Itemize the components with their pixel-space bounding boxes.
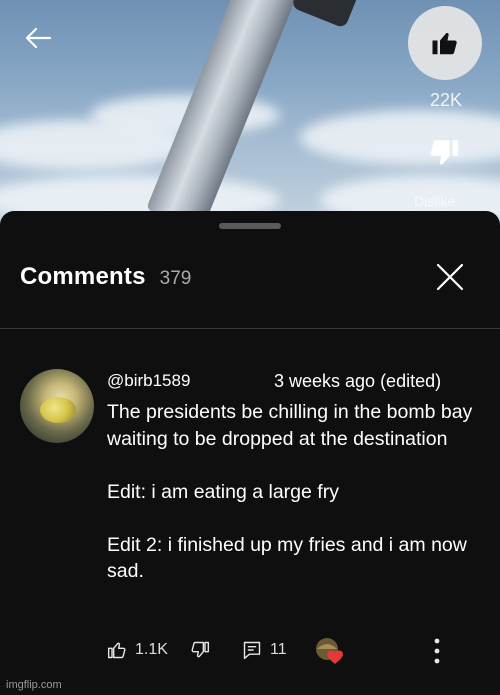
comment-timestamp: 3 weeks ago (edited) bbox=[274, 371, 442, 391]
comment-actions: 1.1K 11 bbox=[107, 631, 457, 671]
watermark: imgflip.com bbox=[6, 679, 62, 691]
comment-like-count: 1.1K bbox=[135, 641, 168, 658]
comment-like-button[interactable]: 1.1K bbox=[107, 640, 168, 660]
comments-title: Comments bbox=[20, 263, 146, 290]
dislike-label: Dislike bbox=[414, 193, 456, 209]
comment-dislike-button[interactable] bbox=[190, 640, 210, 660]
thumbs-down-filled-icon[interactable] bbox=[427, 136, 461, 170]
creator-heart-icon[interactable] bbox=[312, 635, 346, 669]
comments-count: 379 bbox=[159, 268, 192, 289]
comment-reply-button[interactable]: 11 bbox=[242, 640, 287, 660]
close-icon[interactable] bbox=[432, 259, 468, 295]
thumbs-up-outline-icon bbox=[107, 642, 126, 659]
thumbs-up-filled-icon bbox=[432, 33, 457, 55]
comment-line: The presidents be chilling in the bomb b… bbox=[107, 401, 473, 450]
divider bbox=[0, 328, 500, 329]
comments-header: Comments 379 bbox=[20, 263, 191, 291]
video-like-count: 22K bbox=[429, 90, 463, 110]
avatar[interactable] bbox=[20, 369, 94, 443]
more-vertical-icon[interactable] bbox=[433, 638, 441, 664]
comment-body: The presidents be chilling in the bomb b… bbox=[107, 399, 487, 585]
drag-handle[interactable] bbox=[219, 223, 281, 229]
reply-icon bbox=[243, 641, 261, 660]
video-like-button[interactable] bbox=[408, 6, 482, 80]
video-background: 22K Dislike bbox=[0, 0, 500, 240]
comment-line: Edit 2: i finished up my fries and i am … bbox=[107, 533, 467, 583]
comment-author[interactable]: @birb1589 bbox=[107, 371, 190, 391]
thumbs-down-outline-icon bbox=[191, 641, 210, 658]
comment-reply-count: 11 bbox=[270, 641, 287, 658]
comment-line: Edit: i am eating a large fry bbox=[107, 480, 339, 503]
comments-sheet: Comments 379 @birb1589 3 weeks ago (edit… bbox=[0, 211, 500, 695]
arrow-left-icon[interactable] bbox=[22, 22, 54, 54]
